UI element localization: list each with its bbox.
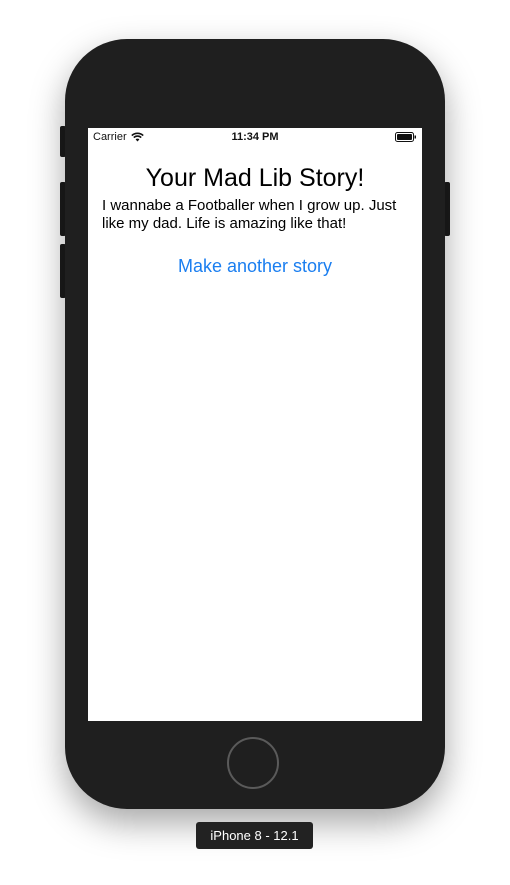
story-text: I wannabe a Footballer when I grow up. J… [102,197,397,232]
home-button[interactable] [227,737,279,789]
status-bar: Carrier 11:34 PM [88,128,422,146]
status-time: 11:34 PM [231,131,279,143]
simulator-window: Carrier 11:34 PM Your Mad Lib Story! I w… [0,0,510,885]
make-another-story-button[interactable]: Make another story [88,256,422,277]
battery-icon [395,132,416,142]
phone-screen: Carrier 11:34 PM Your Mad Lib Story! I w… [88,128,422,721]
device-label: iPhone 8 - 12.1 [196,822,313,849]
page-title: Your Mad Lib Story! [145,164,365,192]
